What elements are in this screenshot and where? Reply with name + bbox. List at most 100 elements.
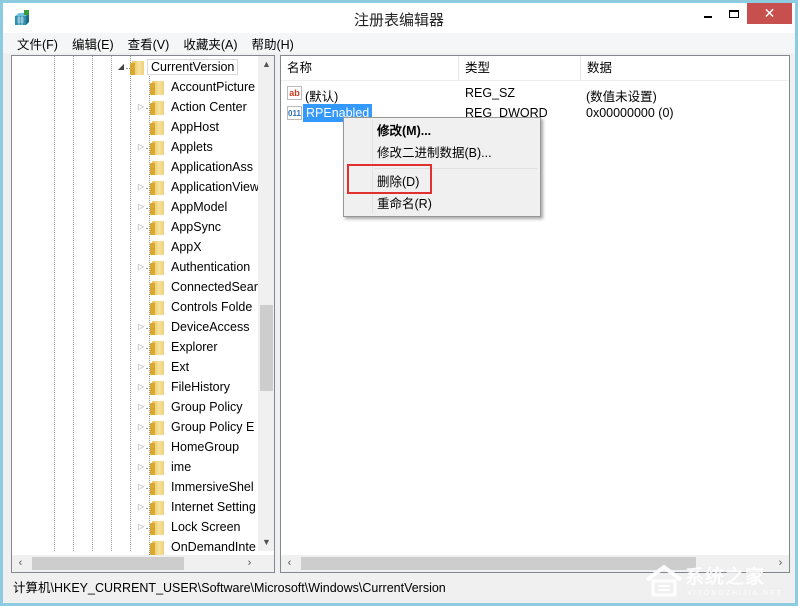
tree-node-label: ApplicationAss [171,160,253,174]
tree-node-label: ImmersiveShel [171,480,254,494]
value-row[interactable]: ab (默认) REG_SZ (数值未设置) [281,83,789,104]
menu-view[interactable]: 查看(V) [128,34,170,53]
collapsed-arrow-icon[interactable]: ▷ [136,102,146,112]
tree-node[interactable]: ▷ Action Center [12,98,258,118]
tree-node[interactable]: ▷ Group Policy [12,398,258,418]
scroll-left-icon[interactable]: ‹ [281,555,298,572]
tree-node[interactable]: ApplicationAss [12,158,258,178]
collapsed-arrow-icon[interactable]: ▷ [136,402,146,412]
string-value-icon: ab [287,86,302,100]
tree-node[interactable]: ▷ HomeGroup [12,438,258,458]
collapsed-arrow-icon[interactable]: ▷ [136,342,146,352]
collapsed-arrow-icon[interactable]: ▷ [136,502,146,512]
menu-item-modify[interactable]: 修改(M)... [346,120,539,142]
scroll-corner [258,555,274,572]
collapsed-arrow-icon[interactable]: ▷ [136,142,146,152]
collapsed-arrow-icon[interactable]: ▷ [136,422,146,432]
scroll-left-icon[interactable]: ‹ [12,555,29,572]
collapsed-arrow-icon[interactable]: ▷ [136,182,146,192]
watermark-subtext: XITONGZHIJIA.NET [687,590,784,597]
tree-node[interactable]: ▷ FileHistory [12,378,258,398]
folder-icon [150,261,164,275]
window-title: 注册表编辑器 [353,12,444,29]
maximize-button[interactable] [721,3,747,24]
tree-node-label: Authentication [171,260,251,274]
folder-icon [150,461,164,475]
collapsed-arrow-icon[interactable]: ▷ [136,202,146,212]
tree-node[interactable]: ConnectedSear [12,278,258,298]
tree-node-label: Controls Folde [171,300,253,314]
menu-item-modify-binary[interactable]: 修改二进制数据(B)... [346,142,539,164]
menu-help[interactable]: 帮助(H) [251,34,293,53]
tree-node-label: ConnectedSear [171,280,258,294]
collapsed-arrow-icon[interactable]: ▷ [136,462,146,472]
tree-node[interactable]: AppHost [12,118,258,138]
column-header-type[interactable]: 类型 [459,56,581,80]
watermark: 系统之家 XITONGZHIJIA.NET [623,558,793,604]
tree-node[interactable]: ▷ Authentication [12,258,258,278]
folder-icon [150,421,164,435]
folder-icon [150,541,164,555]
collapsed-arrow-icon[interactable]: ▷ [136,522,146,532]
tree-node[interactable]: ▷ Explorer [12,338,258,358]
registry-tree[interactable]: ◢ CurrentVersion AccountPicture ▷ Action Cen… [11,55,275,573]
expanded-arrow-icon[interactable]: ◢ [116,62,126,72]
folder-icon [150,141,164,155]
tree-node-label: FileHistory [171,380,231,394]
tree-node[interactable]: ▷ Lock Screen [12,518,258,538]
tree-node[interactable]: ▷ Group Policy E [12,418,258,438]
collapsed-arrow-icon[interactable]: ▷ [136,442,146,452]
regedit-window: 注册表编辑器 ✕ 文件(F) 编辑(E) 查看(V) 收藏夹(A) 帮助(H) … [0,0,798,606]
collapsed-arrow-icon[interactable]: ▷ [136,362,146,372]
tree-node[interactable]: ▷ DeviceAccess [12,318,258,338]
tree-node[interactable]: Controls Folde [12,298,258,318]
column-header-name[interactable]: 名称 [281,56,459,80]
menu-edit[interactable]: 编辑(E) [72,34,114,53]
folder-icon [150,221,164,235]
tree-node[interactable]: ▷ AppModel [12,198,258,218]
scroll-right-icon[interactable]: › [241,555,258,572]
tree-horizontal-scrollbar[interactable]: ‹ › [12,555,258,572]
tree-node-label: AppSync [171,220,222,234]
menu-favorites[interactable]: 收藏夹(A) [183,34,237,53]
folder-icon [150,401,164,415]
tree-vscroll-thumb[interactable] [260,305,273,391]
folder-icon [150,101,164,115]
tree-node[interactable]: ▷ ImmersiveShel [12,478,258,498]
tree-node[interactable]: ▷ Applets [12,138,258,158]
scroll-up-icon[interactable]: ▲ [258,56,274,73]
tree-hscroll-thumb[interactable] [32,557,184,570]
tree-node[interactable]: AccountPicture [12,78,258,98]
tree-node[interactable]: ▷ AppSync [12,218,258,238]
collapsed-arrow-icon[interactable]: ▷ [136,382,146,392]
tree-node-label: AppHost [171,120,219,134]
value-type: REG_SZ [465,86,516,100]
minimize-button[interactable] [695,3,721,24]
tree-node[interactable]: ▷ Internet Setting [12,498,258,518]
collapsed-arrow-icon[interactable]: ▷ [136,222,146,232]
column-header-data[interactable]: 数据 [581,56,789,80]
dword-value-icon: 011 [287,106,302,120]
folder-icon [150,81,164,95]
collapsed-arrow-icon[interactable]: ▷ [136,322,146,332]
menu-file[interactable]: 文件(F) [17,34,58,53]
tree-node[interactable]: ▷ ime [12,458,258,478]
tree-node-label: AccountPicture [171,80,256,94]
delete-highlight-annotation [347,164,432,194]
tree-node-label: HomeGroup [171,440,240,454]
close-icon: ✕ [763,5,776,21]
tree-node-current[interactable]: ◢ CurrentVersion [12,58,258,78]
tree-vertical-scrollbar[interactable]: ▲ ▼ [258,56,274,551]
collapsed-arrow-icon[interactable]: ▷ [136,482,146,492]
collapsed-arrow-icon[interactable]: ▷ [136,262,146,272]
menu-item-rename[interactable]: 重命名(R) [346,193,539,215]
tree-node[interactable]: AppX [12,238,258,258]
tree-node-label: Explorer [171,340,218,354]
tree-node-label: Ext [171,360,190,374]
folder-icon [150,501,164,515]
close-button[interactable]: ✕ [747,3,792,24]
folder-icon [150,341,164,355]
scroll-down-icon[interactable]: ▼ [258,534,274,551]
tree-node[interactable]: ▷ ApplicationView [12,178,259,198]
tree-node[interactable]: ▷ Ext [12,358,258,378]
